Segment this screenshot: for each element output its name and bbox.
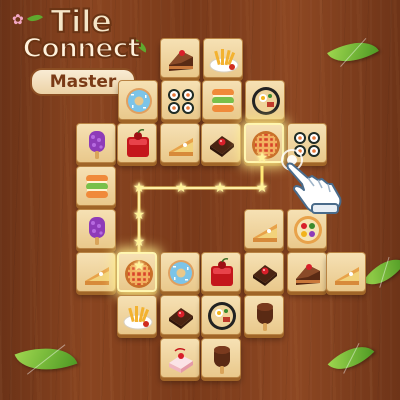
tile-brownie-cherry[interactable] [244,252,284,292]
leaf-decoration [327,334,375,382]
brownie-cherry-icon [210,136,234,157]
logo-title-line2: Connect [21,33,141,65]
tile-ramen-bowl[interactable] [201,295,241,335]
tile-brownie-cherry[interactable] [201,123,241,163]
tile-cake-slice-chocolate[interactable] [160,38,200,78]
macarons-icon [212,89,234,112]
tile-cake-slice-chocolate[interactable] [287,252,327,292]
tile-pie-slice[interactable] [76,252,116,292]
popsicle-chocolate-icon [257,303,273,331]
brownie-cherry-icon [253,265,277,286]
tile-jelly-cherry[interactable] [201,252,241,292]
ramen-bowl-icon [252,87,280,115]
macarons-icon [86,175,108,198]
path-star-icon: ★ [255,180,269,196]
donut-icon [126,88,152,114]
sushi-rolls-icon [168,89,194,114]
game-board-background: ✿ Tile Connect Master ★ ★ ★ ★ ★ ★ ★ ★ [0,0,400,400]
brownie-cherry-icon [169,308,193,329]
tile-brownie-cherry[interactable] [160,295,200,335]
leaf-decoration [362,248,400,296]
pie-slice-icon [253,224,277,242]
tile-jelly-cherry[interactable] [117,123,157,163]
tile-donut[interactable] [118,80,158,120]
path-star-icon: ★ [132,207,146,223]
cake-slice-chocolate-icon [296,264,320,285]
cake-strawberry-icon [169,347,193,373]
jelly-cherry-icon [211,258,233,286]
popsicle-chocolate-icon [214,346,230,374]
path-star-icon: ★ [132,258,146,274]
tile-popsicle-grape[interactable] [76,209,116,249]
fries-plate-icon [209,49,239,73]
fruit-tart-icon [294,216,322,244]
leaf-decoration [14,335,78,383]
tile-pie-slice[interactable] [160,123,200,163]
tile-macarons[interactable] [202,80,242,120]
path-star-icon: ★ [255,150,269,166]
pie-slice-icon [335,267,359,285]
tile-macarons[interactable] [76,166,116,206]
path-star-icon: ★ [132,180,146,196]
cake-slice-chocolate-icon [169,50,193,71]
tile-cake-strawberry[interactable] [160,338,200,378]
tile-fries-plate[interactable] [117,295,157,335]
tile-donut[interactable] [160,252,200,292]
donut-icon [168,260,194,286]
jelly-cherry-icon [127,129,149,157]
path-star-icon: ★ [213,180,227,196]
pointing-hand-icon [281,149,342,214]
popsicle-grape-icon [89,131,105,159]
ramen-bowl-icon [208,302,236,330]
path-star-icon: ★ [174,180,188,196]
tile-popsicle-chocolate[interactable] [244,295,284,335]
tile-sushi-rolls[interactable] [161,80,201,120]
tile-ramen-bowl[interactable] [245,80,285,120]
tile-popsicle-grape[interactable] [76,123,116,163]
tile-popsicle-chocolate[interactable] [201,338,241,378]
fries-plate-icon [123,306,153,330]
pie-slice-icon [85,267,109,285]
path-star-icon: ★ [132,234,146,250]
tile-fries-plate[interactable] [203,38,243,78]
popsicle-grape-icon [89,217,105,245]
tile-pie-slice[interactable] [326,252,366,292]
pie-slice-icon [169,138,193,156]
leaf-decoration [327,30,379,74]
